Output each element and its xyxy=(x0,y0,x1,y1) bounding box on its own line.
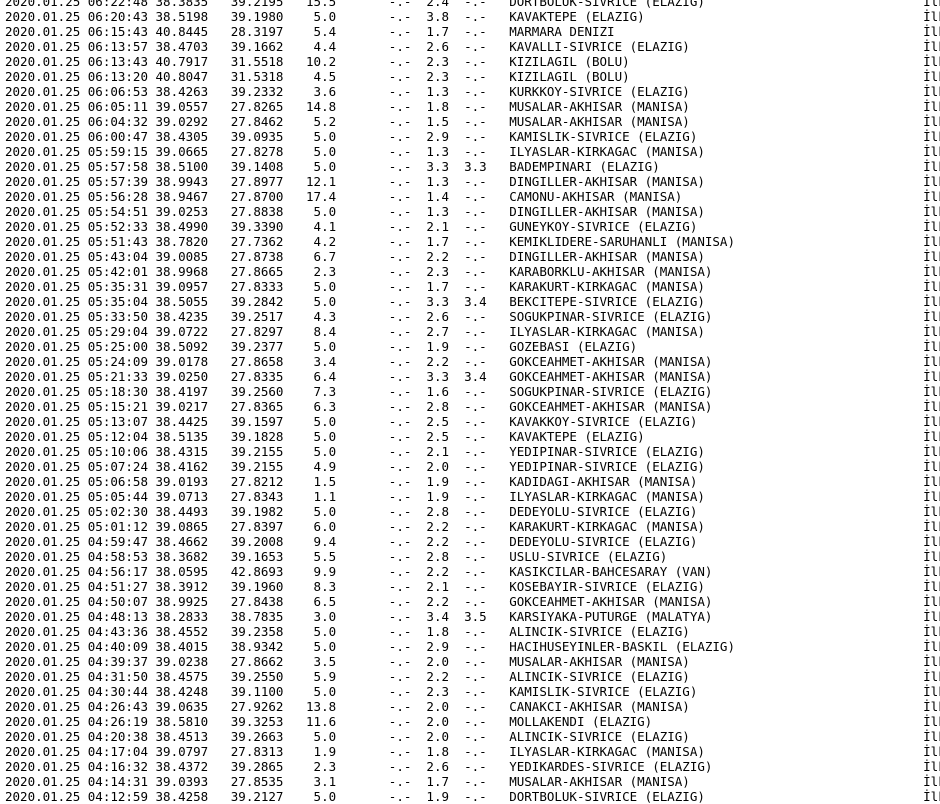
event-row: 2020.01.25 04:20:38 38.4513 39.2663 5.0 … xyxy=(5,729,940,744)
event-row: 2020.01.25 05:59:15 39.0665 27.8278 5.0 … xyxy=(5,144,940,159)
event-row: 2020.01.25 04:50:07 38.9925 27.8438 6.5 … xyxy=(5,594,940,609)
event-row: 2020.01.25 06:05:11 39.0557 27.8265 14.8… xyxy=(5,99,940,114)
event-row: 2020.01.25 06:00:47 38.4305 39.0935 5.0 … xyxy=(5,129,940,144)
event-row: 2020.01.25 05:25:00 38.5092 39.2377 5.0 … xyxy=(5,339,940,354)
event-row: 2020.01.25 04:39:37 39.0238 27.8662 3.5 … xyxy=(5,654,940,669)
event-row: 2020.01.25 05:57:58 38.5100 39.1408 5.0 … xyxy=(5,159,940,174)
event-row: 2020.01.25 05:29:04 39.0722 27.8297 8.4 … xyxy=(5,324,940,339)
event-row: 2020.01.25 04:16:32 38.4372 39.2865 2.3 … xyxy=(5,759,940,774)
event-row: 2020.01.25 04:56:17 38.0595 42.8693 9.9 … xyxy=(5,564,940,579)
event-row: 2020.01.25 04:17:04 39.0797 27.8313 1.9 … xyxy=(5,744,940,759)
event-row: 2020.01.25 05:18:30 38.4197 39.2560 7.3 … xyxy=(5,384,940,399)
event-row: 2020.01.25 04:58:53 38.3682 39.1653 5.5 … xyxy=(5,549,940,564)
event-row: 2020.01.25 06:15:43 40.8445 28.3197 5.4 … xyxy=(5,24,940,39)
event-row: 2020.01.25 04:26:19 38.5810 39.3253 11.6… xyxy=(5,714,940,729)
event-row: 2020.01.25 06:13:43 40.7917 31.5518 10.2… xyxy=(5,54,940,69)
event-row: 2020.01.25 05:42:01 38.9968 27.8665 2.3 … xyxy=(5,264,940,279)
event-row: 2020.01.25 05:52:33 38.4990 39.3390 4.1 … xyxy=(5,219,940,234)
event-row: 2020.01.25 05:51:43 38.7820 27.7362 4.2 … xyxy=(5,234,940,249)
event-row: 2020.01.25 05:12:04 38.5135 39.1828 5.0 … xyxy=(5,429,940,444)
event-row: 2020.01.25 05:07:24 38.4162 39.2155 4.9 … xyxy=(5,459,940,474)
event-row: 2020.01.25 05:54:51 39.0253 27.8838 5.0 … xyxy=(5,204,940,219)
earthquake-listing: 2020.01.25 06:22:48 38.3835 39.2195 15.5… xyxy=(5,0,940,804)
event-row: 2020.01.25 05:01:12 39.0865 27.8397 6.0 … xyxy=(5,519,940,534)
event-row: 2020.01.25 05:33:50 38.4235 39.2517 4.3 … xyxy=(5,309,940,324)
event-row: 2020.01.25 04:26:43 39.0635 27.9262 13.8… xyxy=(5,699,940,714)
event-row: 2020.01.25 04:43:36 38.4552 39.2358 5.0 … xyxy=(5,624,940,639)
event-row: 2020.01.25 04:14:31 39.0393 27.8535 3.1 … xyxy=(5,774,940,789)
event-row: 2020.01.25 04:48:13 38.2833 38.7835 3.0 … xyxy=(5,609,940,624)
event-row: 2020.01.25 05:10:06 38.4315 39.2155 5.0 … xyxy=(5,444,940,459)
event-row: 2020.01.25 04:12:59 38.4258 39.2127 5.0 … xyxy=(5,789,940,804)
event-row: 2020.01.25 05:13:07 38.4425 39.1597 5.0 … xyxy=(5,414,940,429)
event-row: 2020.01.25 06:20:43 38.5198 39.1980 5.0 … xyxy=(5,9,940,24)
event-row: 2020.01.25 05:43:04 39.0085 27.8738 6.7 … xyxy=(5,249,940,264)
event-row: 2020.01.25 05:15:21 39.0217 27.8365 6.3 … xyxy=(5,399,940,414)
event-row: 2020.01.25 05:35:04 38.5055 39.2842 5.0 … xyxy=(5,294,940,309)
event-row: 2020.01.25 06:22:48 38.3835 39.2195 15.5… xyxy=(5,0,940,9)
event-row: 2020.01.25 04:51:27 38.3912 39.1960 8.3 … xyxy=(5,579,940,594)
event-row: 2020.01.25 06:13:57 38.4703 39.1662 4.4 … xyxy=(5,39,940,54)
event-row: 2020.01.25 04:59:47 38.4662 39.2008 9.4 … xyxy=(5,534,940,549)
event-row: 2020.01.25 05:56:28 38.9467 27.8700 17.4… xyxy=(5,189,940,204)
event-row: 2020.01.25 05:21:33 39.0250 27.8335 6.4 … xyxy=(5,369,940,384)
event-row: 2020.01.25 04:30:44 38.4248 39.1100 5.0 … xyxy=(5,684,940,699)
event-row: 2020.01.25 06:04:32 39.0292 27.8462 5.2 … xyxy=(5,114,940,129)
event-row: 2020.01.25 06:13:20 40.8047 31.5318 4.5 … xyxy=(5,69,940,84)
event-row: 2020.01.25 05:02:30 38.4493 39.1982 5.0 … xyxy=(5,504,940,519)
event-row: 2020.01.25 05:24:09 39.0178 27.8658 3.4 … xyxy=(5,354,940,369)
event-row: 2020.01.25 04:31:50 38.4575 39.2550 5.9 … xyxy=(5,669,940,684)
event-row: 2020.01.25 05:06:58 39.0193 27.8212 1.5 … xyxy=(5,474,940,489)
event-row: 2020.01.25 06:06:53 38.4263 39.2332 3.6 … xyxy=(5,84,940,99)
event-row: 2020.01.25 05:05:44 39.0713 27.8343 1.1 … xyxy=(5,489,940,504)
event-row: 2020.01.25 05:35:31 39.0957 27.8333 5.0 … xyxy=(5,279,940,294)
event-row: 2020.01.25 04:40:09 38.4015 38.9342 5.0 … xyxy=(5,639,940,654)
event-row: 2020.01.25 05:57:39 38.9943 27.8977 12.1… xyxy=(5,174,940,189)
